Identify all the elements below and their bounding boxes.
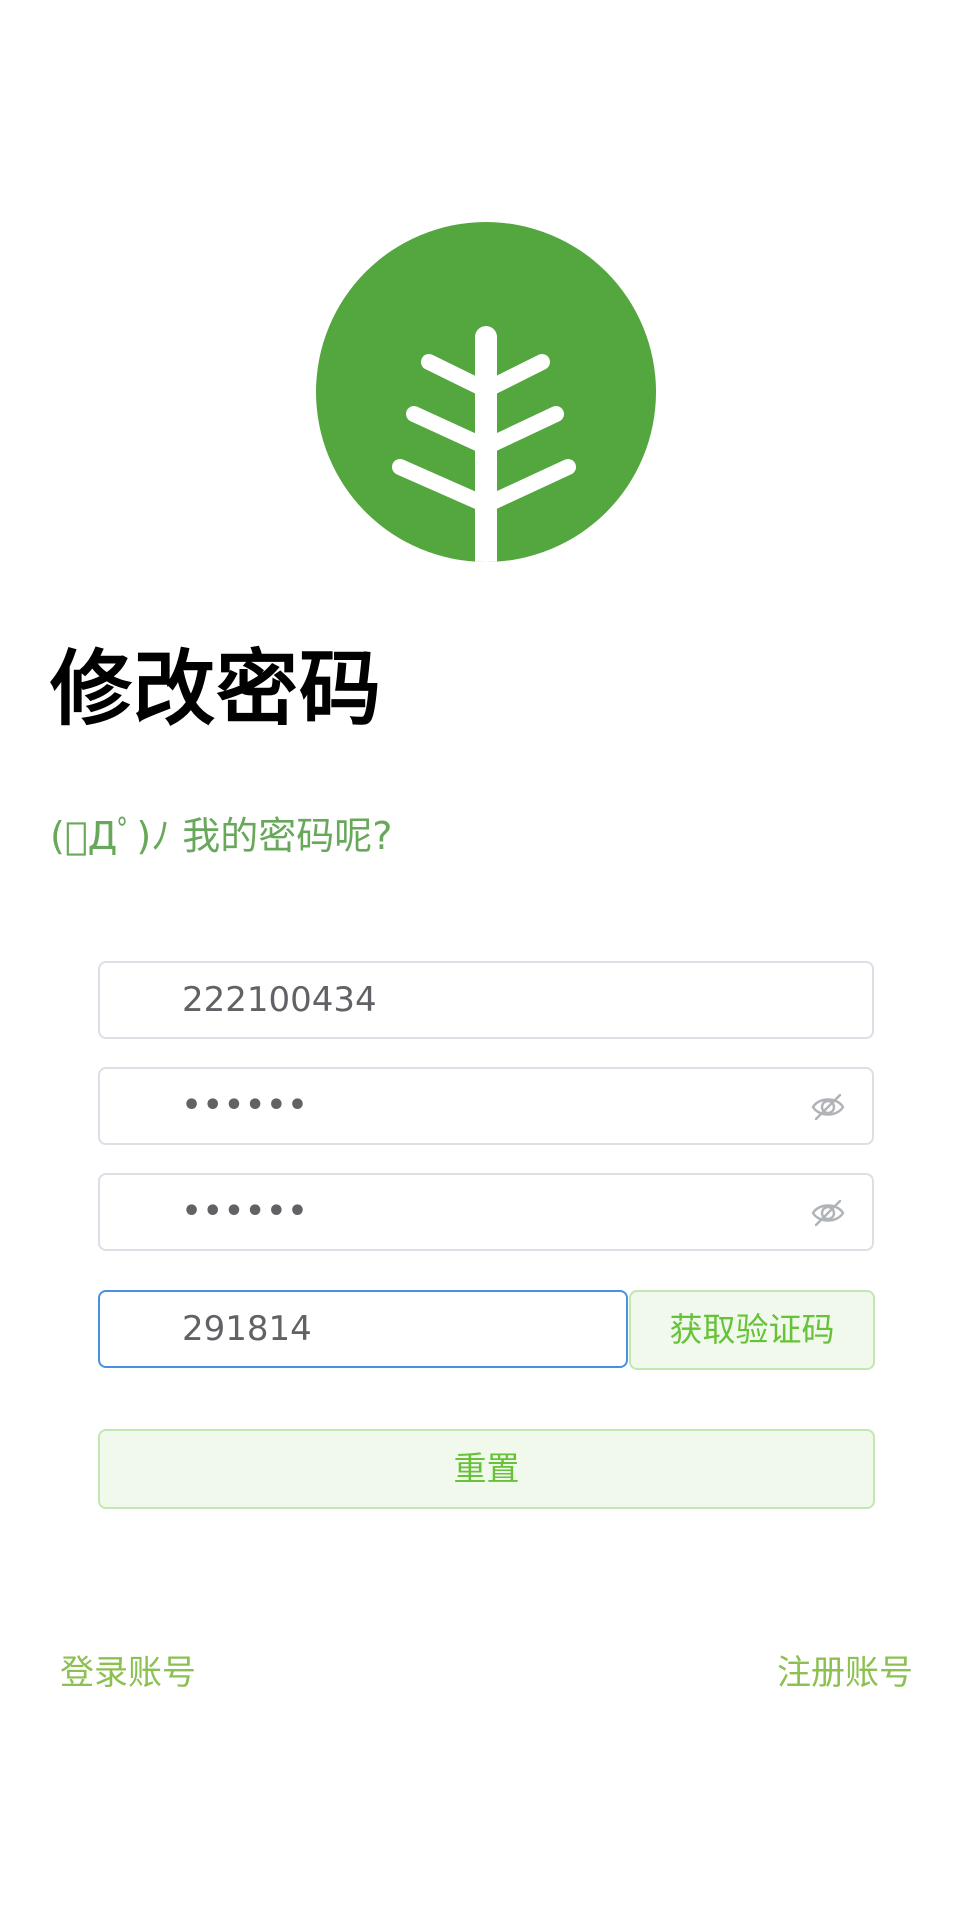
- confirm-password-field[interactable]: ••••••: [98, 1173, 874, 1251]
- account-field[interactable]: 222100434: [98, 961, 874, 1039]
- login-link[interactable]: 登录账号: [60, 1648, 196, 1698]
- eye-off-icon[interactable]: [810, 1089, 846, 1125]
- register-link[interactable]: 注册账号: [777, 1648, 913, 1698]
- password-value: ••••••: [182, 1088, 310, 1123]
- verification-code-field[interactable]: 291814: [98, 1290, 628, 1368]
- eye-off-icon[interactable]: [810, 1195, 846, 1231]
- verification-code-value: 291814: [182, 1309, 312, 1349]
- page-subtitle: (ﾟДﾟ)ﾉ 我的密码呢?: [50, 814, 393, 858]
- page-title: 修改密码: [50, 642, 383, 737]
- confirm-password-value: ••••••: [182, 1194, 310, 1229]
- get-code-button[interactable]: 获取验证码: [629, 1290, 875, 1370]
- tree-logo-icon: [316, 222, 656, 562]
- account-value: 222100434: [182, 980, 377, 1020]
- password-field[interactable]: ••••••: [98, 1067, 874, 1145]
- reset-button[interactable]: 重置: [98, 1429, 875, 1509]
